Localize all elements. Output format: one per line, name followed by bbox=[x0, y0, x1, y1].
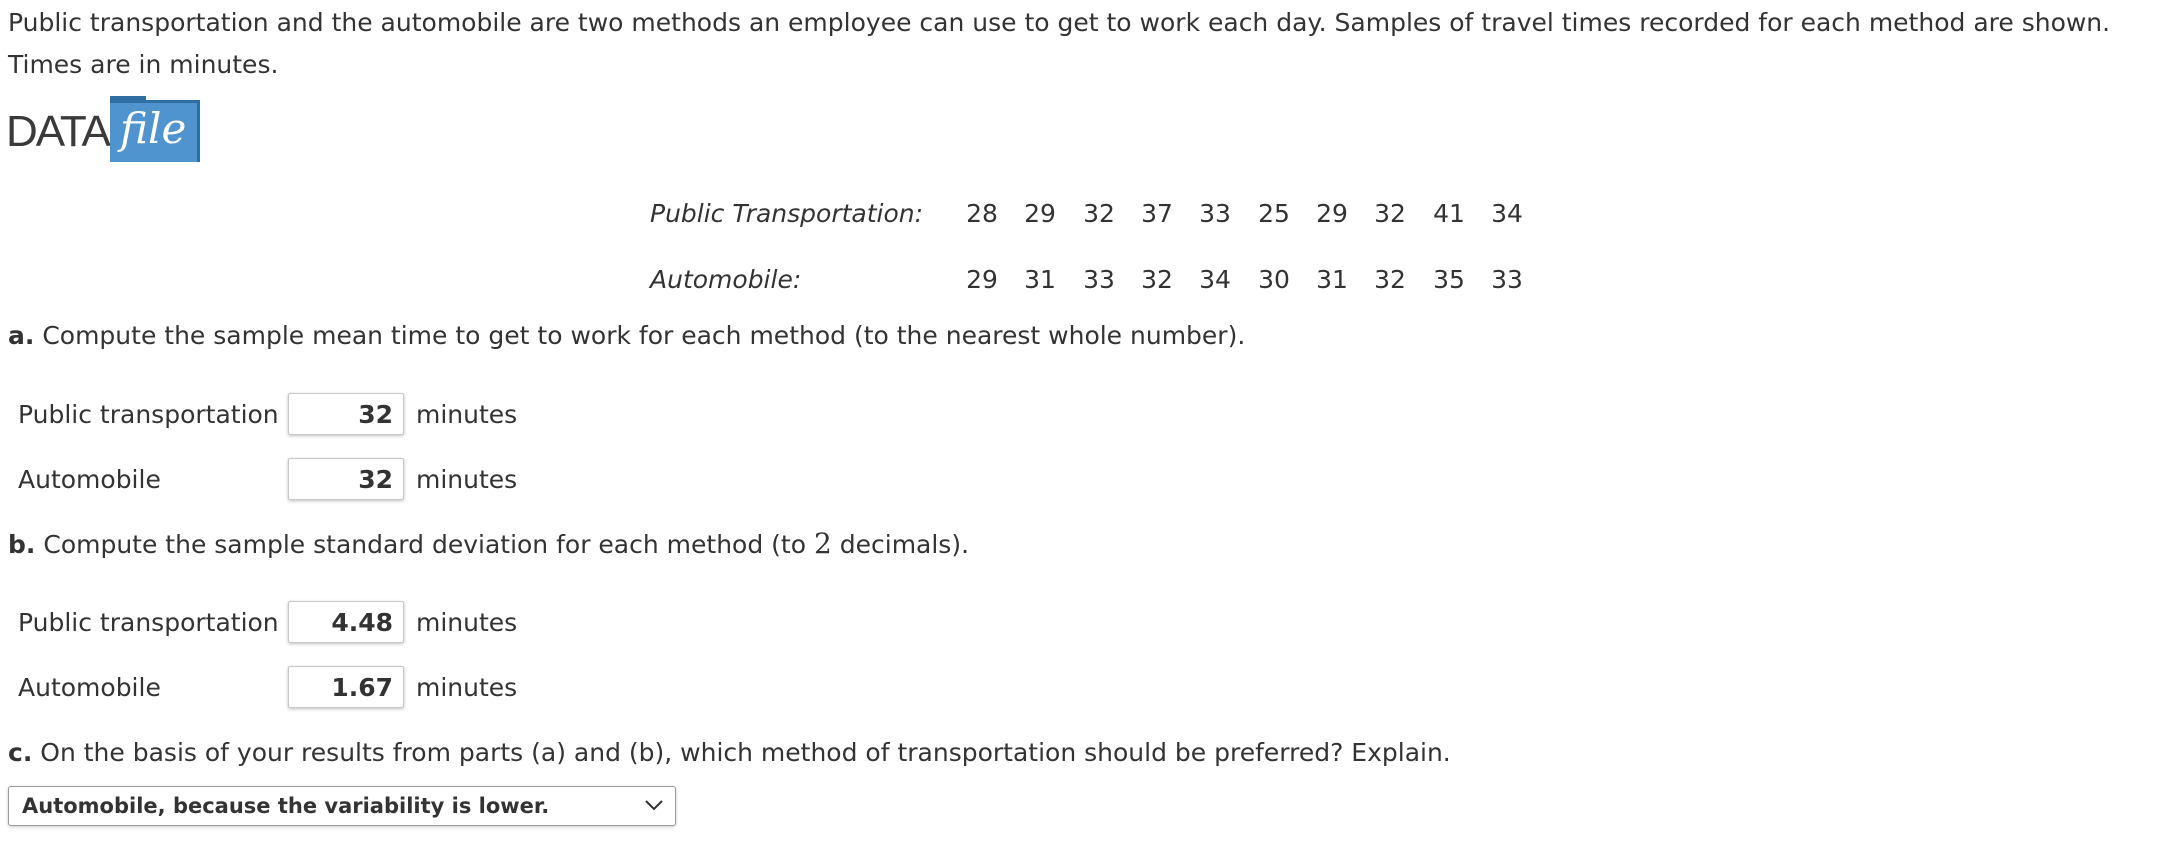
data-value: 37 bbox=[1141, 199, 1173, 228]
part-b-letter: b. bbox=[8, 530, 36, 559]
sd-automobile-input[interactable] bbox=[288, 666, 404, 708]
selected-option: Automobile, because the variability is l… bbox=[22, 794, 550, 818]
data-value: 33 bbox=[1199, 199, 1231, 228]
sd-public-label: Public transportation bbox=[18, 608, 279, 637]
sd-automobile-unit: minutes bbox=[416, 673, 518, 702]
data-value: 29 bbox=[966, 265, 998, 294]
mean-public-label: Public transportation bbox=[18, 400, 279, 429]
data-value: 32 bbox=[1141, 265, 1173, 294]
part-c-letter: c. bbox=[8, 738, 33, 767]
logo-data-text: DATA bbox=[6, 107, 111, 156]
data-value: 33 bbox=[1491, 265, 1523, 294]
mean-public-input[interactable] bbox=[288, 393, 404, 435]
part-b-text: Compute the sample standard deviation fo… bbox=[43, 530, 807, 559]
data-value: 35 bbox=[1433, 265, 1465, 294]
row-label-automobile: Automobile: bbox=[650, 265, 802, 294]
data-value: 28 bbox=[966, 199, 998, 228]
part-b-question: b. Compute the sample standard deviation… bbox=[8, 529, 969, 560]
data-value: 34 bbox=[1199, 265, 1231, 294]
data-value: 31 bbox=[1316, 265, 1348, 294]
data-value: 41 bbox=[1433, 199, 1465, 228]
part-c-question: c. On the basis of your results from par… bbox=[8, 738, 1451, 768]
logo-file-text: file bbox=[120, 104, 187, 153]
data-value: 29 bbox=[1316, 199, 1348, 228]
mean-automobile-unit: minutes bbox=[416, 465, 518, 494]
data-value: 31 bbox=[1024, 265, 1056, 294]
part-b-decimals: 2 bbox=[813, 527, 832, 560]
part-a-question: a. Compute the sample mean time to get t… bbox=[8, 321, 1245, 351]
data-value: 25 bbox=[1258, 199, 1290, 228]
data-value: 30 bbox=[1258, 265, 1290, 294]
part-b-text-end: decimals). bbox=[839, 530, 970, 559]
mean-automobile-input[interactable] bbox=[288, 458, 404, 500]
row-label-public-transportation: Public Transportation: bbox=[650, 199, 924, 228]
mean-public-unit: minutes bbox=[416, 400, 518, 429]
data-value: 32 bbox=[1374, 265, 1406, 294]
part-c-text: On the basis of your results from parts … bbox=[40, 738, 1451, 767]
data-value: 29 bbox=[1024, 199, 1056, 228]
sd-automobile-label: Automobile bbox=[18, 673, 161, 702]
chevron-down-icon bbox=[645, 800, 663, 811]
sd-public-unit: minutes bbox=[416, 608, 518, 637]
mean-automobile-label: Automobile bbox=[18, 465, 161, 494]
part-a-text: Compute the sample mean time to get to w… bbox=[42, 321, 1246, 350]
data-file-logo[interactable]: DATA file bbox=[6, 96, 200, 166]
data-value: 33 bbox=[1083, 265, 1115, 294]
data-value: 34 bbox=[1491, 199, 1523, 228]
sd-public-input[interactable] bbox=[288, 601, 404, 643]
part-a-letter: a. bbox=[8, 321, 35, 350]
logo-folder: file bbox=[110, 100, 200, 162]
data-value: 32 bbox=[1083, 199, 1115, 228]
preferred-method-select[interactable]: Automobile, because the variability is l… bbox=[8, 786, 676, 826]
data-value: 32 bbox=[1374, 199, 1406, 228]
problem-intro: Public transportation and the automobile… bbox=[8, 8, 2111, 79]
